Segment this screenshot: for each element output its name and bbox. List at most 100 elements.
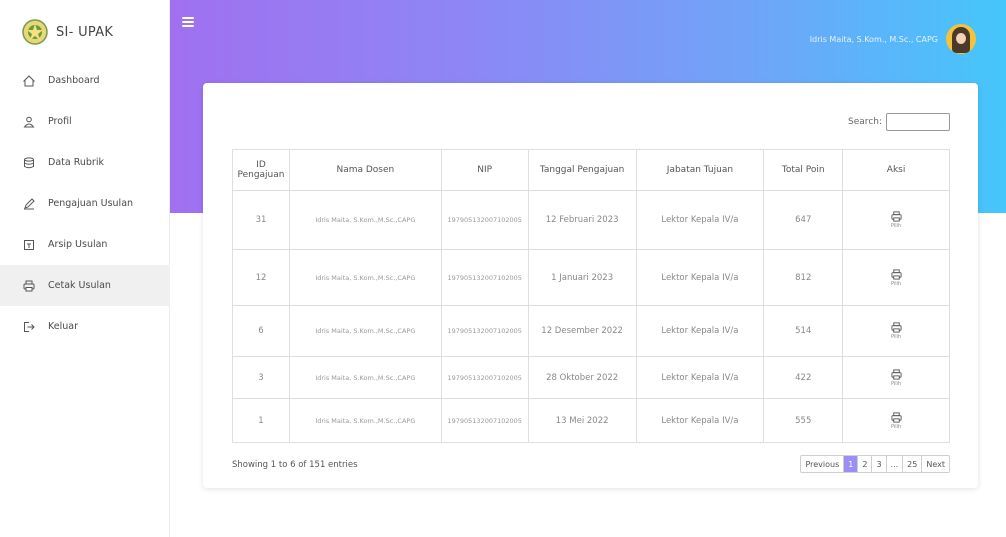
sidebar-item-label: Pengajuan Usulan xyxy=(48,198,134,209)
pilih-button[interactable]: Pilih xyxy=(890,411,902,430)
cell-poin: 812 xyxy=(763,249,844,306)
pen-icon xyxy=(22,197,36,211)
cell-id: 1 xyxy=(232,398,290,443)
cell-poin: 422 xyxy=(763,356,844,399)
app-title: SI- UPAK xyxy=(56,24,114,40)
cell-tanggal: 13 Mei 2022 xyxy=(527,398,637,443)
sidebar-nav: Dashboard Profil Data Rubrik Pengajuan U… xyxy=(0,60,170,347)
sidebar-item-label: Dashboard xyxy=(48,75,100,86)
table-info: Showing 1 to 6 of 151 entries xyxy=(232,460,358,470)
pilih-label: Pilih xyxy=(890,423,902,430)
pilih-button[interactable]: Pilih xyxy=(891,211,902,229)
cell-jabatan: Lektor Kepala IV/a xyxy=(635,249,765,306)
table-header-row: ID Pengajuan Nama Dosen NIP Tanggal Peng… xyxy=(232,149,950,191)
cell-tanggal: 28 Oktober 2022 xyxy=(527,356,637,399)
table-row: 3 Idris Maita, S.Kom.,M.Sc.,CAPG 1979051… xyxy=(232,356,950,399)
table-search: Search: xyxy=(848,113,950,131)
pilih-label: Pilih xyxy=(890,280,902,287)
logout-icon xyxy=(22,320,36,334)
search-label: Search: xyxy=(848,117,882,127)
sidebar-item-label: Data Rubrik xyxy=(48,157,104,168)
cell-aksi: Pilih xyxy=(842,398,950,443)
cell-poin: 555 xyxy=(763,398,844,443)
cell-jabatan: Lektor Kepala IV/a xyxy=(635,398,765,443)
cell-id: 31 xyxy=(232,190,290,250)
pilih-label: Pilih xyxy=(890,380,902,387)
cell-tanggal: 1 Januari 2023 xyxy=(527,249,637,306)
database-icon xyxy=(22,156,36,170)
proposal-table-card: Search: ID Pengajuan Nama Dosen NIP Tang… xyxy=(203,83,978,488)
table-row: 1 Idris Maita, S.Kom.,M.Sc.,CAPG 1979051… xyxy=(232,398,950,443)
pagination: Previous 1 2 3 ... 25 Next xyxy=(800,455,950,473)
cell-aksi: Pilih xyxy=(842,356,950,399)
proposal-table: ID Pengajuan Nama Dosen NIP Tanggal Peng… xyxy=(232,149,950,443)
sidebar-item-label: Profil xyxy=(48,116,72,127)
cell-id: 3 xyxy=(232,356,290,399)
user-icon xyxy=(22,115,36,129)
home-icon xyxy=(22,74,36,88)
cell-nip: 197905132007102005 xyxy=(440,398,529,443)
cell-aksi: Pilih xyxy=(842,190,950,250)
column-header-aksi: Aksi xyxy=(842,149,950,191)
pilih-button[interactable]: Pilih xyxy=(890,268,902,287)
pagination-previous[interactable]: Previous xyxy=(801,456,845,472)
app-logo-icon xyxy=(22,19,48,45)
cell-nama: Idris Maita, S.Kom.,M.Sc.,CAPG xyxy=(288,305,442,357)
search-input[interactable] xyxy=(886,113,950,131)
cell-jabatan: Lektor Kepala IV/a xyxy=(635,356,765,399)
sidebar-item-pengajuan-usulan[interactable]: Pengajuan Usulan xyxy=(0,183,170,224)
pilih-label: Pilih xyxy=(890,334,902,340)
cell-nama: Idris Maita, S.Kom.,M.Sc.,CAPG xyxy=(288,398,442,443)
cell-tanggal: 12 Februari 2023 xyxy=(527,190,637,250)
sidebar-item-dashboard[interactable]: Dashboard xyxy=(0,60,170,101)
pagination-page-25[interactable]: 25 xyxy=(903,456,923,472)
menu-toggle-icon[interactable] xyxy=(182,17,194,27)
pagination-next[interactable]: Next xyxy=(922,456,949,472)
pagination-page-3[interactable]: 3 xyxy=(872,456,887,472)
pagination-page-2[interactable]: 2 xyxy=(858,456,873,472)
pilih-button[interactable]: Pilih xyxy=(891,322,902,340)
user-menu[interactable]: Idris Maita, S.Kom., M.Sc., CAPG xyxy=(810,24,976,54)
printer-icon xyxy=(891,411,902,423)
cell-id: 12 xyxy=(232,249,290,306)
sidebar-item-keluar[interactable]: Keluar xyxy=(0,306,170,347)
pagination-page-1[interactable]: 1 xyxy=(844,456,859,472)
column-header-total-poin[interactable]: Total Poin xyxy=(763,149,844,191)
printer-icon xyxy=(891,268,902,280)
printer-icon xyxy=(891,211,902,222)
cell-nama: Idris Maita, S.Kom.,M.Sc.,CAPG xyxy=(288,249,442,306)
avatar xyxy=(946,24,976,54)
cell-nama: Idris Maita, S.Kom.,M.Sc.,CAPG xyxy=(288,190,442,250)
cell-poin: 514 xyxy=(763,305,844,357)
cell-nip: 197905132007102005 xyxy=(440,190,529,250)
user-name: Idris Maita, S.Kom., M.Sc., CAPG xyxy=(809,34,938,44)
pilih-button[interactable]: Pilih xyxy=(890,368,902,387)
printer-icon xyxy=(891,368,902,380)
pilih-label: Pilih xyxy=(890,223,902,229)
sidebar-item-label: Cetak Usulan xyxy=(48,280,111,291)
column-header-id[interactable]: ID Pengajuan xyxy=(232,149,290,191)
sidebar-item-label: Keluar xyxy=(48,321,78,332)
printer-icon xyxy=(22,279,36,293)
table-row: 31 Idris Maita, S.Kom.,M.Sc.,CAPG 197905… xyxy=(232,190,950,250)
brand[interactable]: SI- UPAK xyxy=(22,18,113,46)
cell-aksi: Pilih xyxy=(842,249,950,306)
archive-icon xyxy=(22,238,36,252)
cell-aksi: Pilih xyxy=(842,305,950,357)
table-row: 6 Idris Maita, S.Kom.,M.Sc.,CAPG 1979051… xyxy=(232,305,950,357)
column-header-jabatan[interactable]: Jabatan Tujuan xyxy=(635,149,765,191)
cell-nip: 197905132007102005 xyxy=(440,305,529,357)
column-header-nip[interactable]: NIP xyxy=(440,149,529,191)
sidebar-item-profil[interactable]: Profil xyxy=(0,101,170,142)
sidebar-item-cetak-usulan[interactable]: Cetak Usulan xyxy=(0,265,170,306)
pagination-ellipsis: ... xyxy=(887,456,904,472)
column-header-nama-dosen[interactable]: Nama Dosen xyxy=(288,149,442,191)
cell-jabatan: Lektor Kepala IV/a xyxy=(635,190,765,250)
cell-tanggal: 12 Desember 2022 xyxy=(527,305,637,357)
table-row: 12 Idris Maita, S.Kom.,M.Sc.,CAPG 197905… xyxy=(232,249,950,306)
sidebar-item-label: Arsip Usulan xyxy=(48,239,108,250)
cell-poin: 647 xyxy=(763,190,844,250)
column-header-tanggal[interactable]: Tanggal Pengajuan xyxy=(527,149,637,191)
sidebar-item-data-rubrik[interactable]: Data Rubrik xyxy=(0,142,170,183)
sidebar-item-arsip-usulan[interactable]: Arsip Usulan xyxy=(0,224,170,265)
